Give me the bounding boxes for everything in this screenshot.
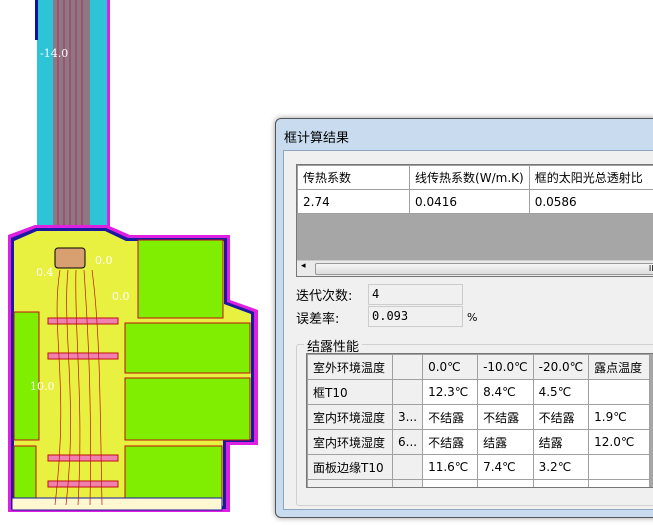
condensation-row [307, 479, 651, 487]
condensation-cell: 不结露 [532, 404, 590, 430]
condensation-row: 面板边缘T10 11.6℃ 7.4℃ 3.2℃ [307, 454, 651, 480]
condensation-cell [391, 379, 424, 405]
contour-label: 0.0 [95, 254, 113, 267]
condensation-cell: 面板边缘T10 [307, 454, 393, 480]
cell-u: 2.74 [297, 189, 411, 214]
condensation-cell: 4.5℃ [532, 379, 590, 405]
condensation-cell: 结露 [477, 429, 534, 455]
condensation-cell: 7.4℃ [477, 454, 534, 480]
condensation-cell: 室外环境温度 [307, 354, 393, 380]
condensation-cell: 12.0℃ [588, 429, 651, 455]
condensation-cell [391, 479, 424, 487]
horizontal-scrollbar[interactable]: ◂ III [297, 260, 653, 276]
condensation-cell: 11.6℃ [422, 454, 479, 480]
results-table: 传热系数 线传热系数(W/m.K) 框的太阳光总透射比 2.74 0.0416 0.05… [297, 165, 653, 214]
contour-label: 0.0 [112, 290, 130, 303]
dialog-title: 框计算结果 [284, 131, 350, 146]
condensation-cell: 结露 [532, 429, 590, 455]
condensation-cell [422, 479, 479, 487]
condensation-cell: -20.0℃ [532, 354, 590, 380]
scroll-left-arrow-icon[interactable]: ◂ [301, 261, 306, 271]
condensation-cell: 0.0℃ [422, 354, 479, 380]
condensation-cell: -10.0℃ [477, 354, 534, 380]
condensation-cell [588, 454, 651, 480]
condensation-table: 室外环境温度 0.0℃ -10.0℃ -20.0℃ 露点温度框T10 12.3℃ 8.4℃ 4… [307, 354, 651, 487]
col-header-psi[interactable]: 线传热系数(W/m.K) [409, 165, 530, 190]
condensation-cell: 框T10 [307, 379, 393, 405]
condensation-cell: 室内环境湿度 [307, 429, 393, 455]
condensation-cell: 不结露 [477, 404, 534, 430]
cell-shgc: 0.0586 [528, 189, 653, 214]
col-header-shgc[interactable]: 框的太阳光总透射比 [528, 165, 653, 190]
condensation-row: 框T10 12.3℃ 8.4℃ 4.5℃ [307, 379, 651, 405]
contour-label: -14.0 [40, 47, 68, 60]
condensation-cell [477, 479, 534, 487]
col-header-u[interactable]: 传热系数 [297, 165, 411, 190]
condensation-cell [532, 479, 590, 487]
condensation-cell: 露点温度 [588, 354, 651, 380]
cell-psi: 0.0416 [409, 189, 530, 214]
condensation-cell: 不结露 [422, 404, 479, 430]
condensation-row: 室外环境温度 0.0℃ -10.0℃ -20.0℃ 露点温度 [307, 354, 651, 380]
condensation-cell [391, 354, 424, 380]
error-rate-field[interactable]: 0.093 [368, 306, 463, 327]
thermal-analysis-drawing: -14.0 0.0 0.4 0.0 10.0 [8, 0, 258, 512]
iterations-label: 迭代次数: [296, 289, 353, 304]
condensation-cell: 8.4℃ [477, 379, 534, 405]
condensation-cell [307, 479, 393, 487]
condensation-row: 室内环境湿度 6... 不结露 结露 结露 12.0℃ [307, 429, 651, 455]
contour-label: 10.0 [30, 380, 55, 393]
frame-results-dialog: 框计算结果 传热系数 线传热系数(W/m.K) 框的太阳光总透射比 2.74 0.04… [275, 118, 653, 518]
iterations-field[interactable]: 4 [368, 284, 463, 305]
condensation-cell: 12.3℃ [422, 379, 479, 405]
results-table-panel: 传热系数 线传热系数(W/m.K) 框的太阳光总透射比 2.74 0.0416 0.05… [296, 164, 653, 277]
condensation-cell: 室内环境湿度 [307, 404, 393, 430]
contour-label: 0.4 [36, 266, 54, 279]
error-rate-label: 误差率: [296, 312, 340, 327]
condensation-row: 室内环境湿度 3... 不结露 不结露 不结露 1.9℃ [307, 404, 651, 430]
condensation-cell: 3... [391, 404, 424, 430]
condensation-cell: 6... [391, 429, 424, 455]
condensation-table-panel: 室外环境温度 0.0℃ -10.0℃ -20.0℃ 露点温度框T10 12.3℃ 8.4℃ 4… [306, 353, 653, 488]
error-unit: % [467, 311, 478, 324]
dialog-client: 传热系数 线传热系数(W/m.K) 框的太阳光总透射比 2.74 0.0416 0.05… [283, 150, 653, 510]
condensation-cell [391, 454, 424, 480]
condensation-cell: 不结露 [422, 429, 479, 455]
condensation-cell [588, 479, 651, 487]
condensation-cell: 1.9℃ [588, 404, 651, 430]
scrollbar-thumb[interactable]: III [315, 263, 653, 275]
condensation-cell [588, 379, 651, 405]
condensation-cell: 3.2℃ [532, 454, 590, 480]
